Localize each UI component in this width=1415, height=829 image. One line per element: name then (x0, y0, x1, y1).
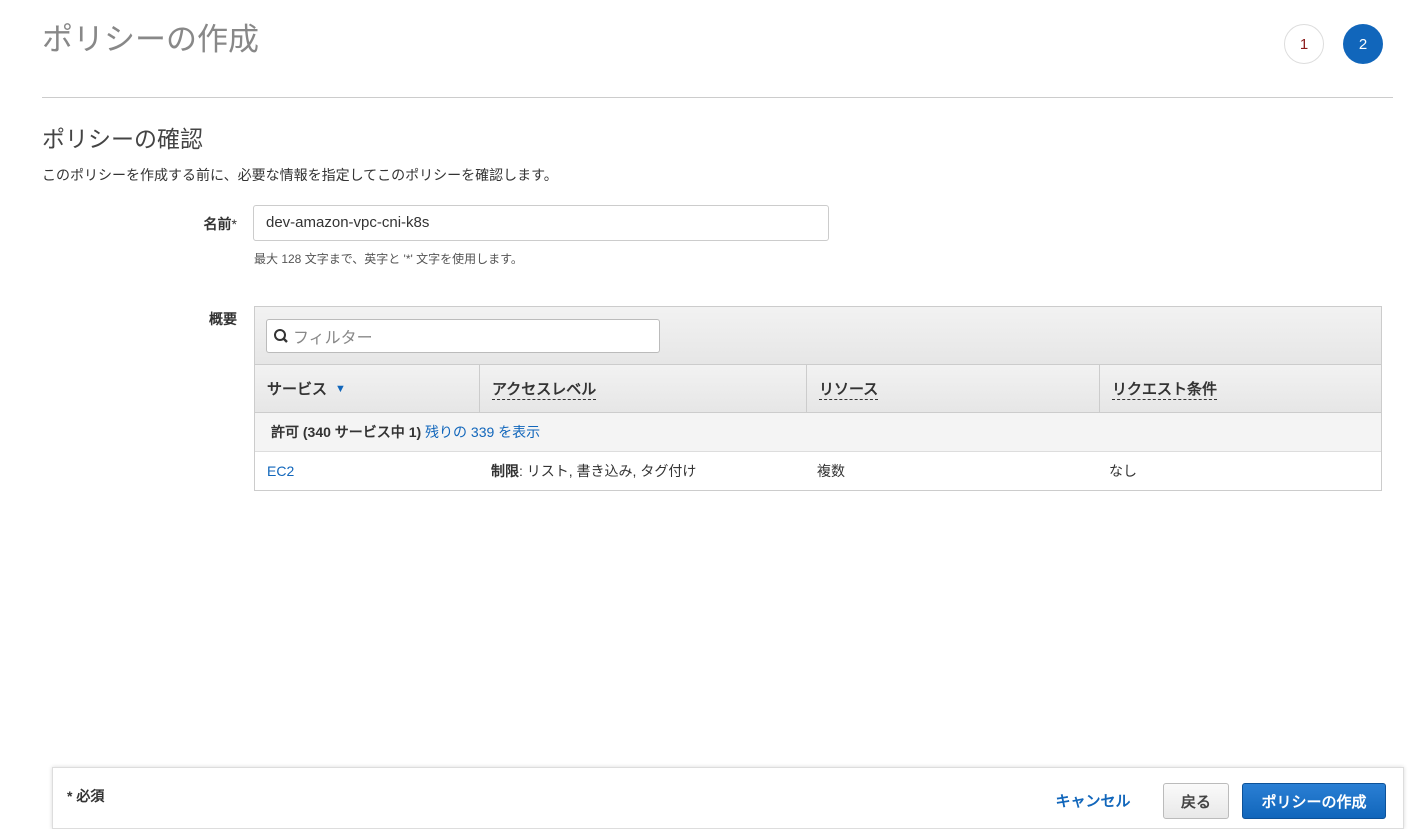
step-2-active: 2 (1343, 24, 1383, 64)
col-condition-label: リクエスト条件 (1112, 378, 1218, 400)
summary-label: 概要 (209, 311, 237, 327)
filter-input[interactable]: フィルター (266, 319, 660, 353)
section-description: このポリシーを作成する前に、必要な情報を指定してこのポリシーを確認します。 (42, 167, 558, 183)
resource-cell: 複数 (817, 463, 845, 479)
step-1: 1 (1284, 24, 1324, 64)
create-policy-button[interactable]: ポリシーの作成 (1242, 783, 1386, 819)
col-service-label: サービス (267, 381, 328, 398)
cancel-button[interactable]: キャンセル (1043, 783, 1143, 817)
name-label-text: 名前 (203, 216, 232, 232)
name-label: 名前* (177, 214, 237, 234)
service-link[interactable]: EC2 (267, 463, 294, 479)
required-note: * 必須 (67, 788, 105, 804)
col-access-label: アクセスレベル (492, 378, 597, 400)
col-service[interactable]: サービス ▼ (255, 365, 479, 412)
access-cell: 制限: リスト, 書き込み, タグ付け (479, 461, 805, 481)
allow-group-row: 許可 (340 サービス中 1) 残りの 339 を表示 (255, 413, 1381, 452)
divider (42, 97, 1393, 98)
sort-down-icon: ▼ (335, 382, 346, 395)
filter-placeholder: フィルター (293, 330, 373, 347)
name-input[interactable]: dev-amazon-vpc-cni-k8s (253, 205, 829, 241)
show-remaining-link[interactable]: 残りの 339 を表示 (425, 422, 540, 442)
search-icon (274, 329, 288, 343)
back-button[interactable]: 戻る (1163, 783, 1229, 819)
condition-cell: なし (1109, 463, 1137, 479)
access-bold: 制限 (491, 463, 519, 479)
table-header: サービス ▼ アクセスレベル リソース リクエスト条件 (255, 365, 1381, 413)
table-row: EC2 制限: リスト, 書き込み, タグ付け 複数 なし (255, 452, 1381, 491)
filter-bar: フィルター (255, 307, 1381, 365)
group-text: 許可 (340 サービス中 1) (271, 424, 422, 440)
footer-bar: * 必須 キャンセル 戻る ポリシーの作成 (52, 767, 1404, 829)
col-resource[interactable]: リソース (806, 365, 1099, 412)
name-hint: 最大 128 文字まで、英字と '*' 文字を使用します。 (254, 252, 523, 266)
col-condition[interactable]: リクエスト条件 (1099, 365, 1381, 412)
page-title: ポリシーの作成 (42, 22, 259, 57)
service-cell: EC2 (255, 463, 479, 479)
required-mark: * (231, 216, 237, 232)
col-access-level[interactable]: アクセスレベル (479, 365, 806, 412)
section-title: ポリシーの確認 (42, 126, 203, 152)
summary-table: フィルター サービス ▼ アクセスレベル リソース リクエスト条件 許可 (340… (254, 306, 1382, 491)
access-rest: : リスト, 書き込み, タグ付け (519, 463, 697, 479)
col-resource-label: リソース (819, 378, 879, 400)
